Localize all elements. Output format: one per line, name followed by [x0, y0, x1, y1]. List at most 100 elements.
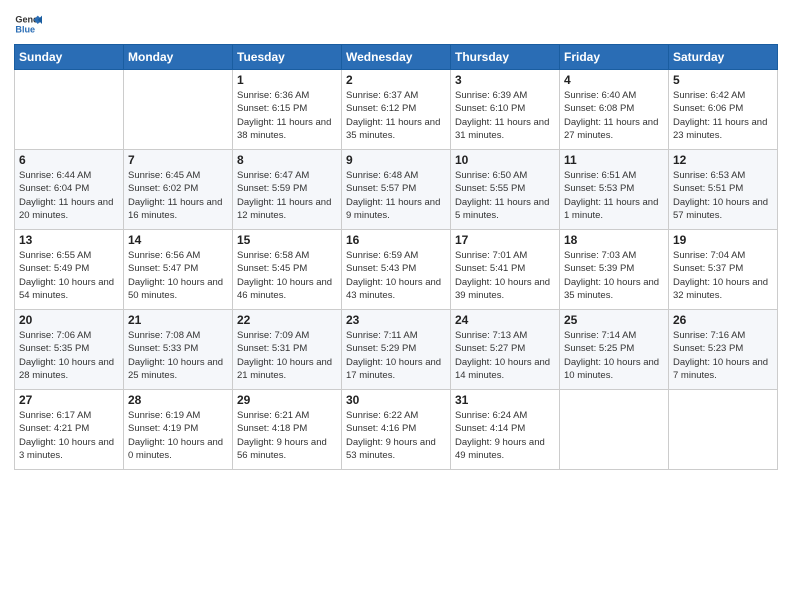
calendar-cell: 11 Sunrise: 6:51 AMSunset: 5:53 PMDayligh…: [560, 150, 669, 230]
day-number: 27: [19, 393, 119, 407]
day-number: 6: [19, 153, 119, 167]
cell-text: Sunrise: 6:51 AMSunset: 5:53 PMDaylight:…: [564, 169, 664, 222]
calendar-cell: 31Sunrise: 6:24 AMSunset: 4:14 PMDayligh…: [451, 390, 560, 470]
day-number: 25: [564, 313, 664, 327]
day-number: 9: [346, 153, 446, 167]
calendar-cell: 8 Sunrise: 6:47 AMSunset: 5:59 PMDaylight…: [233, 150, 342, 230]
calendar-cell: 20 Sunrise: 7:06 AMSunset: 5:35 PMDayligh…: [15, 310, 124, 390]
cell-text: Sunrise: 6:24 AMSunset: 4:14 PMDaylight:…: [455, 409, 555, 462]
cell-text: Sunrise: 7:09 AMSunset: 5:31 PMDaylight:…: [237, 329, 337, 382]
day-header-thursday: Thursday: [451, 45, 560, 70]
cell-text: Sunrise: 6:55 AMSunset: 5:49 PMDaylight:…: [19, 249, 119, 302]
day-number: 15: [237, 233, 337, 247]
calendar-cell: [124, 70, 233, 150]
calendar-cell: 2Sunrise: 6:37 AMSunset: 6:12 PMDaylight…: [342, 70, 451, 150]
calendar-table: SundayMondayTuesdayWednesdayThursdayFrid…: [14, 44, 778, 470]
cell-text: Sunrise: 6:40 AMSunset: 6:08 PMDaylight:…: [564, 89, 664, 142]
cell-text: Sunrise: 6:21 AMSunset: 4:18 PMDaylight:…: [237, 409, 337, 462]
week-row-5: 27 Sunrise: 6:17 AMSunset: 4:21 PMDayligh…: [15, 390, 778, 470]
week-row-2: 6 Sunrise: 6:44 AMSunset: 6:04 PMDaylight…: [15, 150, 778, 230]
day-number: 10: [455, 153, 555, 167]
calendar-cell: 3Sunrise: 6:39 AMSunset: 6:10 PMDaylight…: [451, 70, 560, 150]
calendar-cell: 4 Sunrise: 6:40 AMSunset: 6:08 PMDaylight…: [560, 70, 669, 150]
cell-text: Sunrise: 7:16 AMSunset: 5:23 PMDaylight:…: [673, 329, 773, 382]
day-number: 17: [455, 233, 555, 247]
cell-text: Sunrise: 7:06 AMSunset: 5:35 PMDaylight:…: [19, 329, 119, 382]
day-number: 11: [564, 153, 664, 167]
day-number: 5: [673, 73, 773, 87]
calendar-cell: 27 Sunrise: 6:17 AMSunset: 4:21 PMDayligh…: [15, 390, 124, 470]
cell-text: Sunrise: 7:14 AMSunset: 5:25 PMDaylight:…: [564, 329, 664, 382]
calendar-cell: 10 Sunrise: 6:50 AMSunset: 5:55 PMDayligh…: [451, 150, 560, 230]
cell-text: Sunrise: 6:44 AMSunset: 6:04 PMDaylight:…: [19, 169, 119, 222]
cell-text: Sunrise: 6:19 AMSunset: 4:19 PMDaylight:…: [128, 409, 228, 462]
cell-text: Sunrise: 6:48 AMSunset: 5:57 PMDaylight:…: [346, 169, 446, 222]
calendar-cell: 19 Sunrise: 7:04 AMSunset: 5:37 PMDayligh…: [669, 230, 778, 310]
calendar-cell: 26 Sunrise: 7:16 AMSunset: 5:23 PMDayligh…: [669, 310, 778, 390]
cell-text: Sunrise: 6:47 AMSunset: 5:59 PMDaylight:…: [237, 169, 337, 222]
calendar-cell: 23 Sunrise: 7:11 AMSunset: 5:29 PMDayligh…: [342, 310, 451, 390]
day-number: 13: [19, 233, 119, 247]
day-header-wednesday: Wednesday: [342, 45, 451, 70]
cell-text: Sunrise: 7:08 AMSunset: 5:33 PMDaylight:…: [128, 329, 228, 382]
day-number: 14: [128, 233, 228, 247]
day-number: 22: [237, 313, 337, 327]
calendar-cell: 21Sunrise: 7:08 AMSunset: 5:33 PMDayligh…: [124, 310, 233, 390]
cell-text: Sunrise: 6:50 AMSunset: 5:55 PMDaylight:…: [455, 169, 555, 222]
page: General Blue SundayMondayTuesdayWednesda…: [0, 0, 792, 612]
calendar-cell: 14 Sunrise: 6:56 AMSunset: 5:47 PMDayligh…: [124, 230, 233, 310]
cell-text: Sunrise: 6:37 AMSunset: 6:12 PMDaylight:…: [346, 89, 446, 142]
day-header-friday: Friday: [560, 45, 669, 70]
day-number: 12: [673, 153, 773, 167]
calendar-cell: 7Sunrise: 6:45 AMSunset: 6:02 PMDaylight…: [124, 150, 233, 230]
calendar-cell: 22 Sunrise: 7:09 AMSunset: 5:31 PMDayligh…: [233, 310, 342, 390]
day-number: 20: [19, 313, 119, 327]
week-row-4: 20 Sunrise: 7:06 AMSunset: 5:35 PMDayligh…: [15, 310, 778, 390]
cell-text: Sunrise: 6:59 AMSunset: 5:43 PMDaylight:…: [346, 249, 446, 302]
cell-text: Sunrise: 6:17 AMSunset: 4:21 PMDaylight:…: [19, 409, 119, 462]
calendar-cell: 30 Sunrise: 6:22 AMSunset: 4:16 PMDayligh…: [342, 390, 451, 470]
calendar-cell: 9 Sunrise: 6:48 AMSunset: 5:57 PMDaylight…: [342, 150, 451, 230]
day-number: 4: [564, 73, 664, 87]
cell-text: Sunrise: 6:56 AMSunset: 5:47 PMDaylight:…: [128, 249, 228, 302]
calendar-header-row: SundayMondayTuesdayWednesdayThursdayFrid…: [15, 45, 778, 70]
day-number: 8: [237, 153, 337, 167]
cell-text: Sunrise: 6:42 AMSunset: 6:06 PMDaylight:…: [673, 89, 773, 142]
calendar-cell: 16 Sunrise: 6:59 AMSunset: 5:43 PMDayligh…: [342, 230, 451, 310]
day-number: 18: [564, 233, 664, 247]
cell-text: Sunrise: 6:39 AMSunset: 6:10 PMDaylight:…: [455, 89, 555, 142]
day-number: 16: [346, 233, 446, 247]
cell-text: Sunrise: 7:13 AMSunset: 5:27 PMDaylight:…: [455, 329, 555, 382]
calendar-cell: 1 Sunrise: 6:36 AMSunset: 6:15 PMDaylight…: [233, 70, 342, 150]
day-number: 29: [237, 393, 337, 407]
day-header-monday: Monday: [124, 45, 233, 70]
day-number: 26: [673, 313, 773, 327]
calendar-cell: 17Sunrise: 7:01 AMSunset: 5:41 PMDayligh…: [451, 230, 560, 310]
day-number: 30: [346, 393, 446, 407]
cell-text: Sunrise: 6:22 AMSunset: 4:16 PMDaylight:…: [346, 409, 446, 462]
calendar-cell: 13 Sunrise: 6:55 AMSunset: 5:49 PMDayligh…: [15, 230, 124, 310]
calendar-cell: [669, 390, 778, 470]
day-number: 23: [346, 313, 446, 327]
cell-text: Sunrise: 6:45 AMSunset: 6:02 PMDaylight:…: [128, 169, 228, 222]
calendar-cell: 18Sunrise: 7:03 AMSunset: 5:39 PMDayligh…: [560, 230, 669, 310]
cell-text: Sunrise: 7:11 AMSunset: 5:29 PMDaylight:…: [346, 329, 446, 382]
calendar-cell: 28Sunrise: 6:19 AMSunset: 4:19 PMDayligh…: [124, 390, 233, 470]
cell-text: Sunrise: 6:53 AMSunset: 5:51 PMDaylight:…: [673, 169, 773, 222]
day-number: 19: [673, 233, 773, 247]
week-row-1: 1 Sunrise: 6:36 AMSunset: 6:15 PMDaylight…: [15, 70, 778, 150]
day-header-sunday: Sunday: [15, 45, 124, 70]
day-header-saturday: Saturday: [669, 45, 778, 70]
calendar-cell: 5 Sunrise: 6:42 AMSunset: 6:06 PMDaylight…: [669, 70, 778, 150]
day-number: 1: [237, 73, 337, 87]
calendar-cell: 24Sunrise: 7:13 AMSunset: 5:27 PMDayligh…: [451, 310, 560, 390]
calendar-cell: 15 Sunrise: 6:58 AMSunset: 5:45 PMDayligh…: [233, 230, 342, 310]
day-header-tuesday: Tuesday: [233, 45, 342, 70]
cell-text: Sunrise: 7:04 AMSunset: 5:37 PMDaylight:…: [673, 249, 773, 302]
cell-text: Sunrise: 6:36 AMSunset: 6:15 PMDaylight:…: [237, 89, 337, 142]
logo: General Blue: [14, 10, 44, 38]
svg-text:Blue: Blue: [15, 24, 35, 34]
cell-text: Sunrise: 6:58 AMSunset: 5:45 PMDaylight:…: [237, 249, 337, 302]
header: General Blue: [14, 10, 778, 38]
calendar-cell: [560, 390, 669, 470]
